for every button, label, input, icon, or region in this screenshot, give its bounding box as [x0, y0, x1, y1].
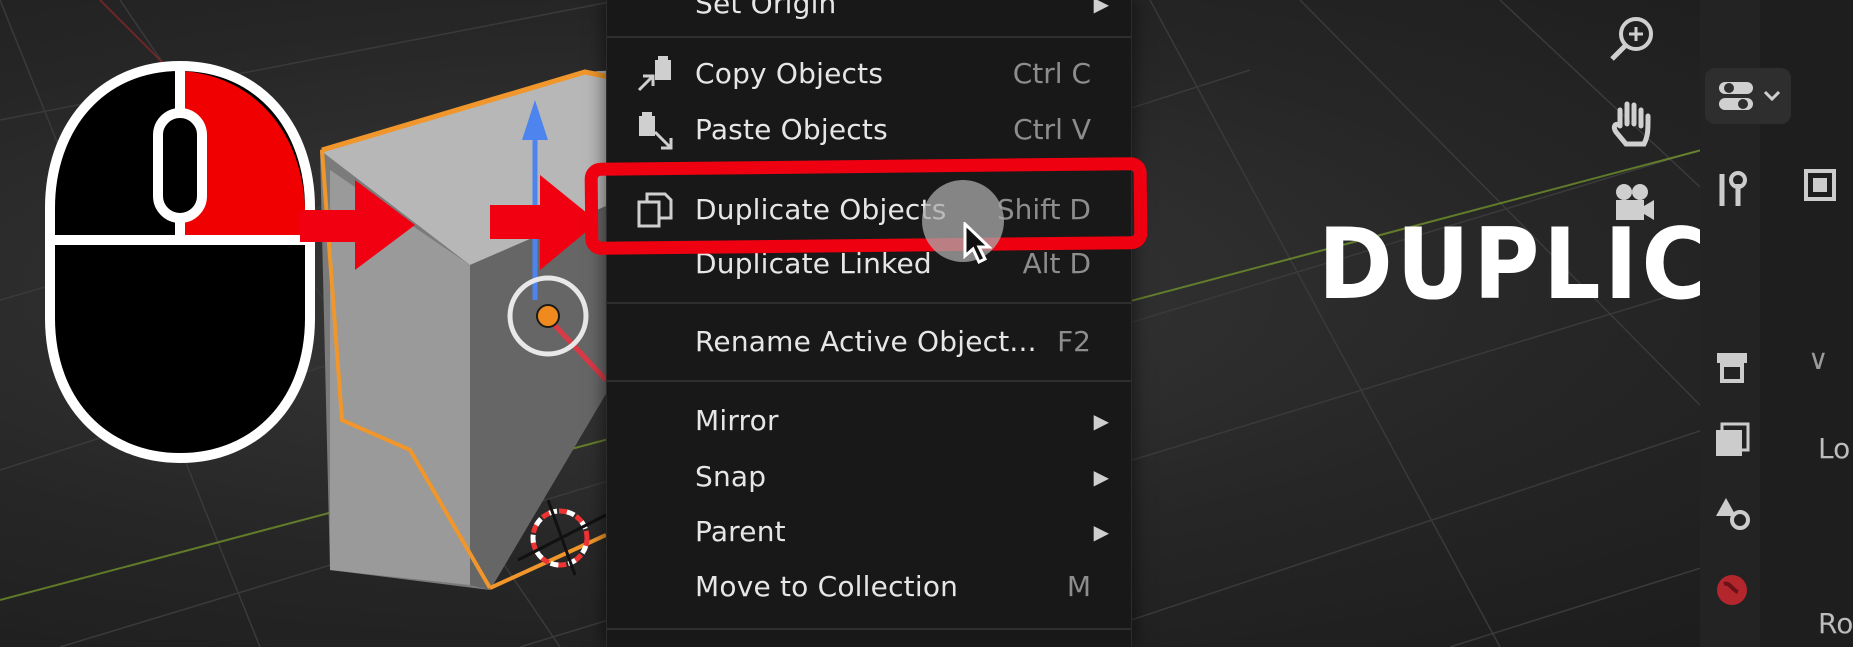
arrow-right-icon: [300, 180, 415, 270]
paste-objects-icon: [639, 112, 673, 150]
submenu-arrow-icon: ▶: [1093, 409, 1109, 433]
object-context-menu: Set Origin ▶ Copy Objects Ctrl C Paste O…: [606, 0, 1132, 647]
submenu-arrow-icon: ▶: [1093, 465, 1109, 489]
chevron-down-icon[interactable]: ∨: [1808, 343, 1829, 376]
zoom-icon[interactable]: [1604, 12, 1660, 68]
menu-item-copy-objects[interactable]: Copy Objects Ctrl C: [607, 48, 1131, 100]
editor-type-dropdown[interactable]: [1705, 68, 1791, 124]
menu-separator: [607, 36, 1131, 38]
highlight-annotation: [584, 157, 1148, 255]
menu-item-set-origin[interactable]: Set Origin ▶: [607, 0, 1131, 30]
mouse-right-click-icon: [45, 60, 315, 464]
copy-objects-icon: [637, 56, 671, 92]
submenu-arrow-icon: ▶: [1093, 0, 1109, 16]
view-layer-icon[interactable]: [1712, 420, 1752, 460]
menu-item-label: Rename Active Object...: [695, 325, 1037, 358]
menu-separator: [607, 302, 1131, 304]
sidebar-partial-label: Ro: [1818, 607, 1853, 640]
arrow-right-icon: [490, 175, 598, 270]
toggle-icon: [1719, 82, 1781, 110]
render-properties-icon[interactable]: [1800, 165, 1840, 205]
menu-item-label: Mirror: [695, 404, 779, 437]
menu-item-label: Copy Objects: [695, 57, 884, 90]
menu-item-shortcut: F2: [1057, 325, 1091, 358]
menu-item-shortcut: Ctrl C: [1012, 57, 1091, 90]
menu-item-label: Move to Collection: [695, 570, 959, 603]
menu-item-paste-objects[interactable]: Paste Objects Ctrl V: [607, 104, 1131, 156]
menu-item-shortcut: Ctrl V: [1013, 113, 1091, 146]
menu-item-move-to-collection[interactable]: Move to Collection M: [607, 561, 1131, 613]
menu-item-label: Paste Objects: [695, 113, 888, 146]
submenu-arrow-icon: ▶: [1093, 520, 1109, 544]
sidebar-partial-label: Lo: [1818, 432, 1851, 465]
menu-item-snap[interactable]: Snap ▶: [607, 451, 1131, 503]
menu-item-label: Set Origin: [695, 0, 837, 20]
world-properties-icon[interactable]: [1712, 570, 1752, 610]
mouse-pointer-icon: [963, 222, 992, 265]
menu-item-rename-active-object[interactable]: Rename Active Object... F2: [607, 316, 1131, 368]
menu-item-label: Parent: [695, 515, 786, 548]
menu-separator: [607, 628, 1131, 630]
scene-properties-icon[interactable]: [1712, 492, 1752, 532]
menu-item-parent[interactable]: Parent ▶: [607, 506, 1131, 558]
menu-item-mirror[interactable]: Mirror ▶: [607, 395, 1131, 447]
output-properties-icon[interactable]: [1712, 345, 1752, 385]
menu-item-shortcut: M: [1066, 570, 1091, 603]
pan-hand-icon[interactable]: [1604, 96, 1660, 152]
menu-item-label: Snap: [695, 460, 767, 493]
menu-separator: [607, 380, 1131, 382]
tool-settings-icon[interactable]: [1712, 170, 1752, 210]
